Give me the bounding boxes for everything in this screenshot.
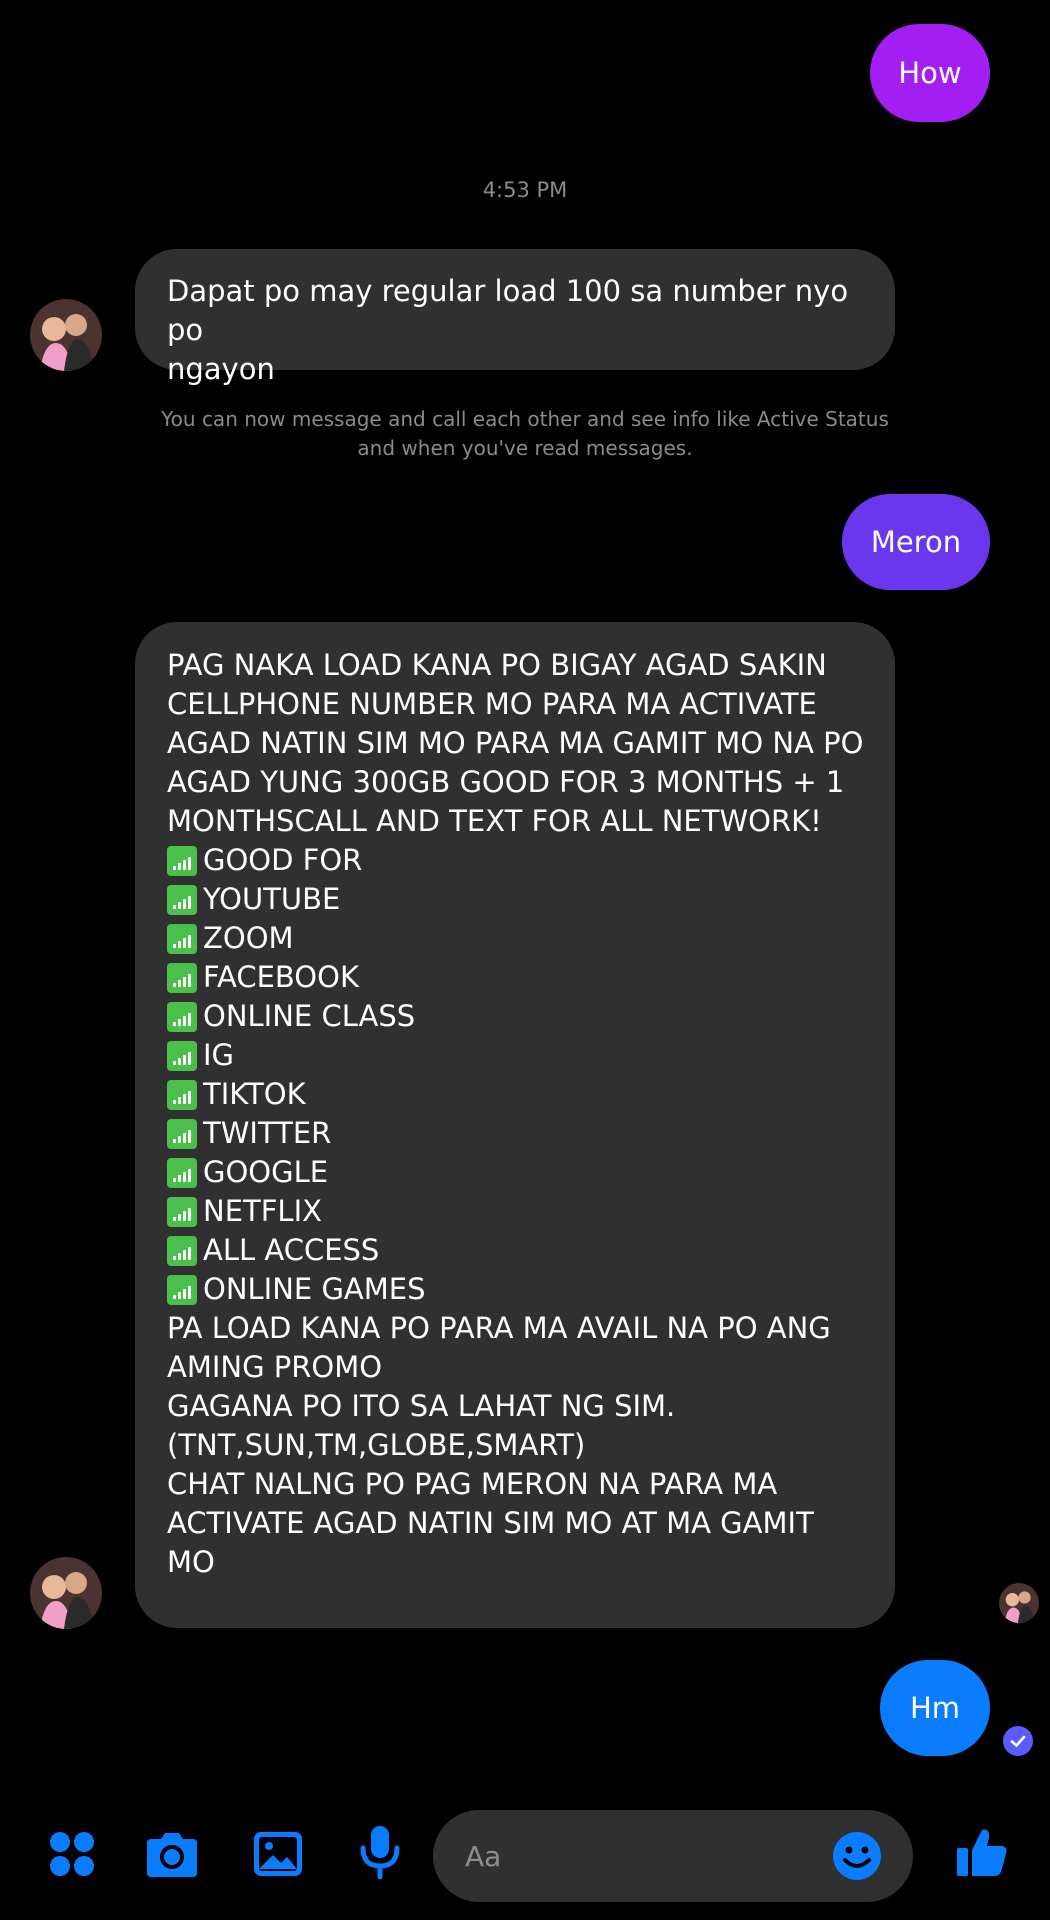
incoming-message-bubble[interactable]: PAG NAKA LOAD KANA PO BIGAY AGAD SAKIN C…: [135, 622, 895, 1628]
message-text: Meron: [870, 524, 962, 559]
message-line: ngayon: [167, 352, 275, 386]
read-receipt-check-icon: [1003, 1726, 1033, 1756]
list-item-label: GOOD FOR: [203, 843, 363, 877]
message-line: AGAD NATIN SIM MO PARA MA GAMIT MO NA PO: [167, 726, 864, 760]
message-line: ACTIVATE AGAD NATIN SIM MO AT MA GAMIT: [167, 1506, 814, 1540]
message-composer[interactable]: [433, 1810, 913, 1902]
message-line: CELLPHONE NUMBER MO PARA MA ACTIVATE: [167, 687, 817, 721]
list-item: GOOGLE: [167, 1153, 867, 1192]
list-item-label: ONLINE GAMES: [203, 1272, 426, 1306]
microphone-icon[interactable]: [350, 1822, 410, 1882]
message-line: Dapat po may regular load 100 sa number …: [167, 274, 849, 347]
message-outro: PA LOAD KANA PO PARA MA AVAIL NA PO ANG …: [167, 1309, 867, 1582]
thumbs-up-icon[interactable]: [952, 1822, 1012, 1882]
list-item-label: ONLINE CLASS: [203, 999, 416, 1033]
contact-avatar[interactable]: [30, 1557, 102, 1629]
promo-list: GOOD FOR YOUTUBE ZOOM FACEBOOK ONLINE CL…: [167, 841, 867, 1309]
composer-bar: [0, 1800, 1050, 1910]
list-item: IG: [167, 1036, 867, 1075]
message-timestamp: 4:53 PM: [482, 178, 568, 202]
signal-bars-icon: [167, 1079, 197, 1110]
list-item-label: FACEBOOK: [203, 960, 359, 994]
list-item: TWITTER: [167, 1114, 867, 1153]
message-intro: PAG NAKA LOAD KANA PO BIGAY AGAD SAKIN C…: [167, 646, 867, 841]
list-item-label: ZOOM: [203, 921, 294, 955]
message-line: MO: [167, 1545, 215, 1579]
list-item: FACEBOOK: [167, 958, 867, 997]
contact-avatar[interactable]: [30, 299, 102, 371]
list-item-label: ALL ACCESS: [203, 1233, 380, 1267]
signal-bars-icon: [167, 1001, 197, 1032]
image-icon[interactable]: [248, 1824, 308, 1884]
message-line: MONTHSCALL AND TEXT FOR ALL NETWORK!: [167, 804, 822, 838]
message-line: AMING PROMO: [167, 1350, 383, 1384]
message-line: PA LOAD KANA PO PARA MA AVAIL NA PO ANG: [167, 1311, 831, 1345]
list-item: NETFLIX: [167, 1192, 867, 1231]
message-text: How: [898, 55, 962, 90]
signal-bars-icon: [167, 1118, 197, 1149]
signal-bars-icon: [167, 1157, 197, 1188]
signal-bars-icon: [167, 845, 197, 876]
list-item: YOUTUBE: [167, 880, 867, 919]
message-line: AGAD YUNG 300GB GOOD FOR 3 MONTHS + 1: [167, 765, 845, 799]
list-item: ZOOM: [167, 919, 867, 958]
system-notice: You can now message and call each other …: [161, 407, 889, 460]
list-item: TIKTOK: [167, 1075, 867, 1114]
signal-bars-icon: [167, 1196, 197, 1227]
outgoing-message-bubble[interactable]: Hm: [880, 1660, 990, 1756]
message-line: GAGANA PO ITO SA LAHAT NG SIM.: [167, 1389, 676, 1423]
signal-bars-icon: [167, 1274, 197, 1305]
outgoing-message-bubble[interactable]: How: [870, 24, 990, 122]
list-item-label: TIKTOK: [203, 1077, 306, 1111]
camera-icon[interactable]: [142, 1824, 202, 1884]
message-line: PAG NAKA LOAD KANA PO BIGAY AGAD SAKIN: [167, 648, 827, 682]
signal-bars-icon: [167, 923, 197, 954]
message-line: CHAT NALNG PO PAG MERON NA PARA MA: [167, 1467, 778, 1501]
list-item-label: GOOGLE: [203, 1155, 329, 1189]
list-item: ONLINE CLASS: [167, 997, 867, 1036]
apps-grid-icon[interactable]: [42, 1824, 102, 1884]
emoji-icon[interactable]: [831, 1830, 883, 1882]
list-item: ONLINE GAMES: [167, 1270, 867, 1309]
list-item-label: NETFLIX: [203, 1194, 322, 1228]
list-item: GOOD FOR: [167, 841, 867, 880]
incoming-message-bubble[interactable]: Dapat po may regular load 100 sa number …: [135, 249, 895, 386]
signal-bars-icon: [167, 1040, 197, 1071]
signal-bars-icon: [167, 962, 197, 993]
message-line: (TNT,SUN,TM,GLOBE,SMART): [167, 1428, 586, 1462]
signal-bars-icon: [167, 1235, 197, 1266]
list-item-label: YOUTUBE: [203, 882, 341, 916]
signal-bars-icon: [167, 884, 197, 915]
message-text: Hm: [909, 1690, 961, 1725]
message-input[interactable]: [463, 1838, 831, 1874]
list-item-label: TWITTER: [203, 1116, 332, 1150]
list-item-label: IG: [203, 1038, 235, 1072]
list-item: ALL ACCESS: [167, 1231, 867, 1270]
seen-avatar: [999, 1583, 1039, 1623]
outgoing-message-bubble[interactable]: Meron: [842, 494, 990, 590]
